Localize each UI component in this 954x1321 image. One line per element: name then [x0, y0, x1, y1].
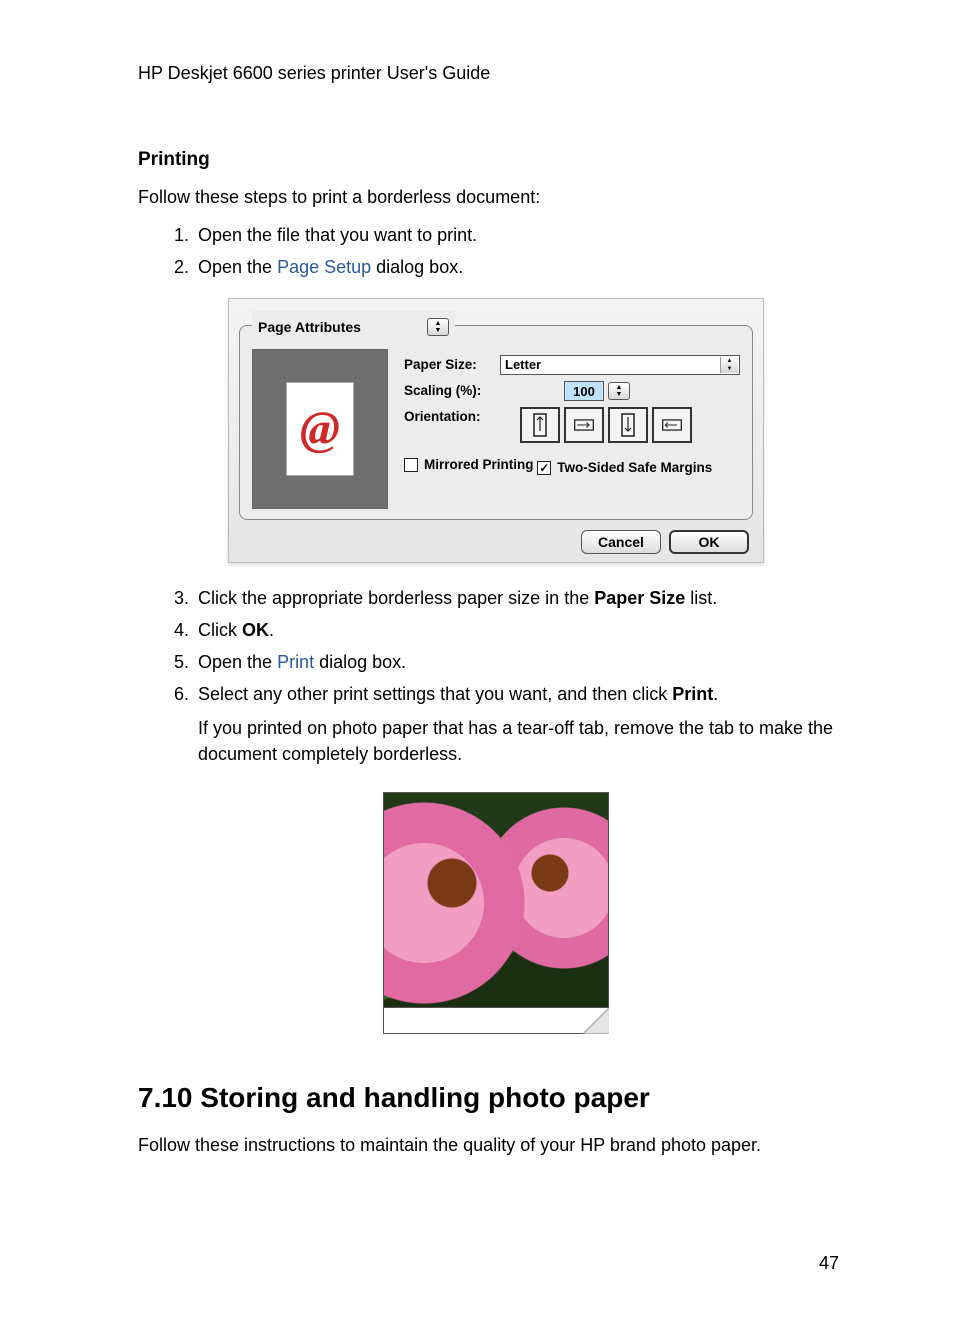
mirrored-printing-label: Mirrored Printing	[424, 455, 534, 475]
document-header: HP Deskjet 6600 series printer User's Gu…	[138, 60, 854, 86]
step-5: Open the Print dialog box.	[194, 649, 854, 675]
page-setup-link[interactable]: Page Setup	[277, 257, 371, 277]
at-sign-icon: @	[300, 394, 340, 464]
scaling-input[interactable]	[564, 381, 604, 401]
section-7-10-body: Follow these instructions to maintain th…	[138, 1132, 854, 1158]
paper-size-label: Paper Size:	[404, 355, 500, 375]
page-attributes-fieldset: Page Attributes @ Paper Size: Letter	[239, 311, 753, 520]
step-4-text-a: Click	[198, 620, 242, 640]
orientation-portrait-icon[interactable]	[520, 407, 560, 443]
step-1: Open the file that you want to print.	[194, 222, 854, 248]
step-6-text-b: .	[713, 684, 718, 704]
step-3-text-b: list.	[685, 588, 717, 608]
scaling-label: Scaling (%):	[404, 381, 500, 401]
step-4-text-b: .	[269, 620, 274, 640]
paper-size-value: Letter	[505, 356, 541, 375]
step-6-paragraph: If you printed on photo paper that has a…	[198, 715, 854, 767]
page-preview-frame: @	[252, 349, 388, 509]
checkbox-unchecked-icon	[404, 458, 418, 472]
step-2-text-b: dialog box.	[371, 257, 463, 277]
photo-tear-off-figure	[383, 792, 609, 1034]
page-setup-dialog: Page Attributes @ Paper Size: Letter	[228, 298, 764, 563]
print-link[interactable]: Print	[277, 652, 314, 672]
section-7-10-heading: 7.10 Storing and handling photo paper	[138, 1078, 854, 1119]
paper-size-select[interactable]: Letter	[500, 355, 740, 375]
orientation-label: Orientation:	[404, 407, 500, 427]
orientation-landscape-icon[interactable]	[564, 407, 604, 443]
step-2: Open the Page Setup dialog box.	[194, 254, 854, 280]
page-attributes-tab-label: Page Attributes	[258, 317, 361, 337]
tear-off-tab-illustration	[383, 1008, 609, 1034]
step-5-text-b: dialog box.	[314, 652, 406, 672]
ok-button[interactable]: OK	[669, 530, 749, 554]
step-3: Click the appropriate borderless paper s…	[194, 585, 854, 611]
scaling-stepper[interactable]	[608, 382, 630, 400]
printing-heading: Printing	[138, 146, 854, 174]
orientation-landscape-flipped-icon[interactable]	[652, 407, 692, 443]
step-5-text-a: Open the	[198, 652, 277, 672]
step-4-bold: OK	[242, 620, 269, 640]
steps-list: Open the file that you want to print. Op…	[138, 222, 854, 280]
checkbox-checked-icon: ✓	[537, 461, 551, 475]
mirrored-printing-checkbox[interactable]: Mirrored Printing	[404, 455, 534, 475]
step-6: Select any other print settings that you…	[194, 681, 854, 767]
page-setup-dialog-wrap: Page Attributes @ Paper Size: Letter	[228, 298, 764, 563]
step-4: Click OK.	[194, 617, 854, 643]
page-attributes-tab-stepper[interactable]	[427, 318, 449, 336]
step-3-text-a: Click the appropriate borderless paper s…	[198, 588, 594, 608]
chevron-updown-icon	[720, 357, 738, 373]
cancel-button[interactable]: Cancel	[581, 530, 661, 554]
step-2-text-a: Open the	[198, 257, 277, 277]
step-3-bold: Paper Size	[594, 588, 685, 608]
two-sided-margins-label: Two-Sided Safe Margins	[557, 458, 712, 478]
steps-list-continued: Click the appropriate borderless paper s…	[138, 585, 854, 768]
page-number: 47	[819, 1250, 839, 1276]
orientation-portrait-flipped-icon[interactable]	[608, 407, 648, 443]
flower-photo-image	[383, 792, 609, 1008]
page-preview-thumbnail: @	[286, 382, 354, 476]
step-6-bold: Print	[672, 684, 713, 704]
printing-intro: Follow these steps to print a borderless…	[138, 184, 854, 210]
step-6-text-a: Select any other print settings that you…	[198, 684, 672, 704]
two-sided-margins-checkbox[interactable]: ✓ Two-Sided Safe Margins	[537, 458, 712, 478]
